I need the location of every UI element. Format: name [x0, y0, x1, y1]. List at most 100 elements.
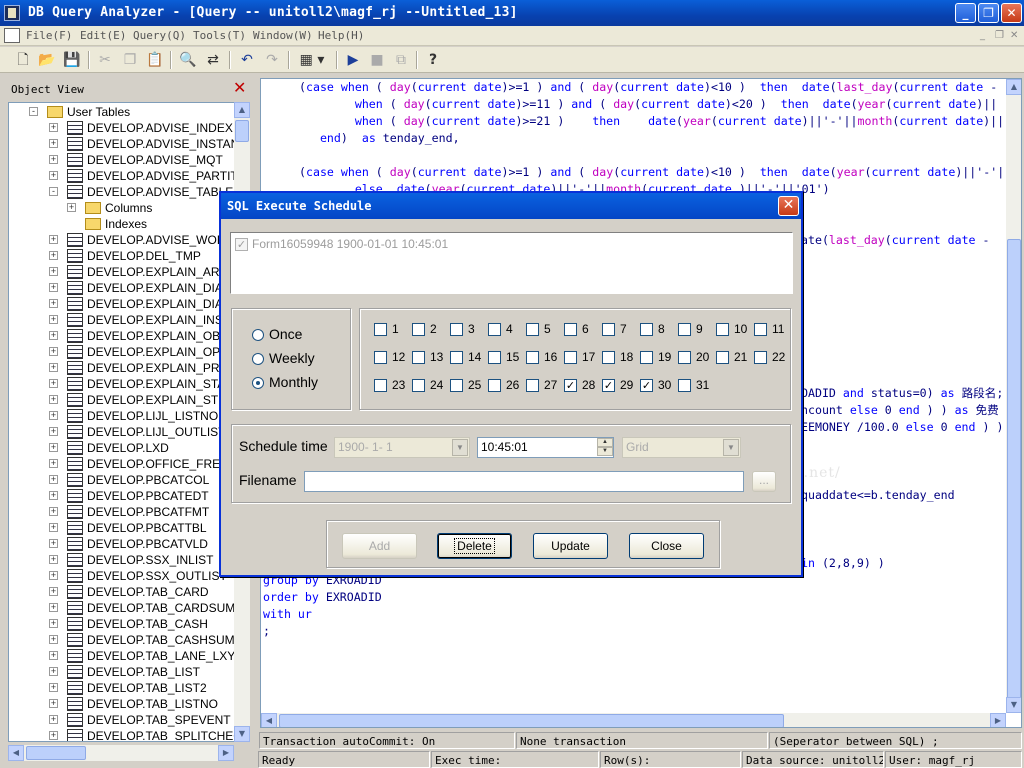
scroll-down-icon[interactable]: ▼: [1006, 697, 1021, 713]
mdi-minimize-button[interactable]: _: [980, 30, 985, 41]
expand-icon[interactable]: +: [49, 155, 58, 164]
schedule-item-label[interactable]: Form16059948 1900-01-01 10:45:01: [252, 237, 448, 251]
day-label[interactable]: 29: [620, 378, 633, 392]
open-icon[interactable]: 📂: [36, 50, 58, 70]
restore-button[interactable]: ❐: [978, 3, 999, 23]
day-checkbox[interactable]: [640, 351, 653, 364]
menu-help[interactable]: Help(H): [318, 29, 364, 42]
tree-table-item[interactable]: + DEVELOP.EXPLAIN_OPER/: [9, 344, 237, 360]
tree-table-item[interactable]: + DEVELOP.EXPLAIN_ARGU: [9, 264, 237, 280]
tree-table-item[interactable]: + DEVELOP.SSX_INLIST: [9, 552, 237, 568]
expand-icon[interactable]: +: [49, 539, 58, 548]
dialog-close-button[interactable]: ✕: [778, 196, 799, 216]
collapse-icon[interactable]: -: [49, 187, 58, 196]
minimize-button[interactable]: _: [955, 3, 976, 23]
day-checkbox[interactable]: [374, 323, 387, 336]
day-label[interactable]: 22: [772, 350, 785, 364]
save-icon[interactable]: 💾: [61, 50, 83, 70]
day-label[interactable]: 2: [430, 322, 437, 336]
expand-icon[interactable]: +: [49, 315, 58, 324]
menu-window[interactable]: Window(W): [253, 29, 313, 42]
tree-table-item[interactable]: + DEVELOP.TAB_LISTNO: [9, 696, 237, 712]
day-label[interactable]: 23: [392, 378, 405, 392]
tree-table-item[interactable]: + DEVELOP.OFFICE_FREE: [9, 456, 237, 472]
code-line[interactable]: order by EXROADID: [263, 589, 382, 606]
code-line[interactable]: quaddate<=b.tenday_end: [801, 487, 955, 504]
code-line[interactable]: ;: [263, 623, 270, 640]
add-button[interactable]: Add: [342, 533, 417, 559]
scroll-up-icon[interactable]: ▲: [234, 102, 250, 118]
find-icon[interactable]: 🔍: [177, 50, 199, 70]
tree-table-item[interactable]: + DEVELOP.PBCATEDT: [9, 488, 237, 504]
day-label[interactable]: 10: [734, 322, 747, 336]
day-label[interactable]: 14: [468, 350, 481, 364]
scroll-left-icon[interactable]: ◀: [261, 713, 277, 727]
tree-table-item[interactable]: + DEVELOP.TAB_CARD: [9, 584, 237, 600]
radio-monthly-label[interactable]: Monthly: [269, 374, 318, 390]
day-checkbox[interactable]: [754, 351, 767, 364]
schedule-date-picker[interactable]: 1900- 1- 1 ▼: [334, 437, 470, 458]
tree-folder-item[interactable]: - User Tables: [9, 104, 237, 120]
scroll-up-icon[interactable]: ▲: [1006, 79, 1021, 95]
filename-input[interactable]: [304, 471, 744, 492]
day-checkbox[interactable]: [678, 351, 691, 364]
code-line[interactable]: (case when ( day(current date)>=1 ) and …: [299, 164, 1004, 181]
redo-icon[interactable]: ↷: [261, 50, 283, 70]
document-icon[interactable]: [4, 28, 20, 43]
day-checkbox[interactable]: [488, 351, 501, 364]
expand-icon[interactable]: +: [49, 571, 58, 580]
day-label[interactable]: 24: [430, 378, 443, 392]
output-type-select[interactable]: Grid ▼: [622, 437, 741, 458]
tree-table-item[interactable]: + DEVELOP.ADVISE_INSTANCE: [9, 136, 237, 152]
stop-icon[interactable]: ■: [366, 50, 388, 70]
tree-table-item[interactable]: + DEVELOP.ADVISE_INDEX: [9, 120, 237, 136]
expand-icon[interactable]: +: [49, 123, 58, 132]
tree-table-item[interactable]: + DEVELOP.TAB_LIST2: [9, 680, 237, 696]
tree-table-item[interactable]: + DEVELOP.EXPLAIN_DIAGN: [9, 296, 237, 312]
expand-icon[interactable]: +: [49, 699, 58, 708]
day-label[interactable]: 11: [772, 322, 784, 336]
day-label[interactable]: 3: [468, 322, 475, 336]
day-checkbox[interactable]: [716, 323, 729, 336]
day-checkbox[interactable]: [488, 379, 501, 392]
code-line[interactable]: in (2,8,9) ): [801, 555, 885, 572]
day-label[interactable]: 13: [430, 350, 443, 364]
day-label[interactable]: 17: [582, 350, 595, 364]
schedule-icon[interactable]: ⧉: [390, 50, 412, 70]
day-label[interactable]: 27: [544, 378, 557, 392]
expand-icon[interactable]: +: [49, 683, 58, 692]
radio-weekly-label[interactable]: Weekly: [269, 350, 315, 366]
code-line[interactable]: ncount else 0 end ) ) as 免费: [801, 402, 999, 419]
help-icon[interactable]: ?: [422, 50, 444, 70]
day-checkbox[interactable]: [488, 323, 501, 336]
day-checkbox[interactable]: [678, 379, 691, 392]
tree-table-item[interactable]: + DEVELOP.TAB_CASH: [9, 616, 237, 632]
expand-icon[interactable]: +: [67, 203, 76, 212]
expand-icon[interactable]: +: [49, 443, 58, 452]
day-checkbox[interactable]: [450, 379, 463, 392]
expand-icon[interactable]: +: [49, 251, 58, 260]
tree-table-item[interactable]: + DEVELOP.PBCATVLD: [9, 536, 237, 552]
expand-icon[interactable]: +: [49, 667, 58, 676]
day-checkbox[interactable]: [412, 379, 425, 392]
spin-down-icon[interactable]: ▼: [597, 447, 613, 456]
day-label[interactable]: 8: [658, 322, 665, 336]
tree-horizontal-scrollbar[interactable]: ◀ ▶: [8, 745, 234, 761]
cut-icon[interactable]: ✂: [94, 50, 116, 70]
day-checkbox[interactable]: [526, 323, 539, 336]
object-view-close-icon[interactable]: ✕: [233, 80, 249, 97]
tree-table-item[interactable]: + DEVELOP.LXD: [9, 440, 237, 456]
tree-table-item[interactable]: + DEVELOP.TAB_LIST: [9, 664, 237, 680]
day-checkbox[interactable]: [716, 351, 729, 364]
day-label[interactable]: 18: [620, 350, 633, 364]
tree-table-item[interactable]: - DEVELOP.ADVISE_TABLE: [9, 184, 237, 200]
tree-table-item[interactable]: + DEVELOP.TAB_CARDSUMTE: [9, 600, 237, 616]
code-line[interactable]: when ( day(current date)>=21 ) then date…: [299, 113, 1004, 130]
code-line[interactable]: with ur: [263, 606, 312, 623]
delete-button[interactable]: Delete: [437, 533, 512, 559]
day-label[interactable]: 25: [468, 378, 481, 392]
tree-table-item[interactable]: + DEVELOP.EXPLAIN_OBJEC: [9, 328, 237, 344]
day-checkbox[interactable]: [412, 323, 425, 336]
editor-vertical-scrollbar[interactable]: ▲ ▼: [1006, 79, 1021, 713]
collapse-icon[interactable]: -: [29, 107, 38, 116]
